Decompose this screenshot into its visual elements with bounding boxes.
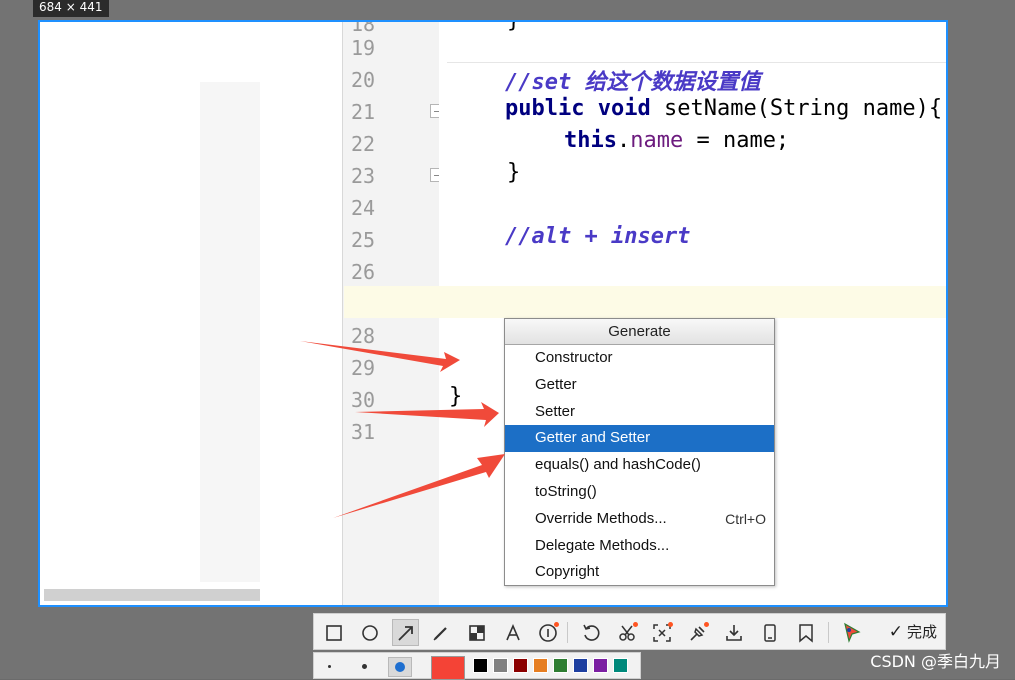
brush-size-medium[interactable] [362, 664, 367, 669]
brush-size-small[interactable] [328, 665, 331, 668]
rectangle-icon[interactable] [320, 619, 347, 646]
screenshot-toolbar: ✓ 完成 [313, 613, 946, 650]
annotation-arrow [355, 402, 499, 427]
color-palette [313, 652, 641, 680]
undo-icon[interactable] [577, 619, 604, 646]
watermark: CSDN @季白九月 [870, 652, 1001, 671]
current-color-swatch[interactable] [431, 656, 465, 680]
mosaic-icon[interactable] [463, 619, 490, 646]
annotation-arrow [333, 454, 505, 518]
download-icon[interactable] [720, 619, 747, 646]
done-label: 完成 [906, 623, 937, 641]
ellipse-icon[interactable] [356, 619, 383, 646]
color-swatch[interactable] [613, 658, 628, 673]
arrow-icon[interactable] [392, 619, 419, 646]
color-swatch[interactable] [573, 658, 588, 673]
color-swatch[interactable] [593, 658, 608, 673]
check-icon: ✓ [888, 622, 903, 642]
pen-icon[interactable] [427, 619, 454, 646]
pin-icon[interactable] [684, 619, 711, 646]
done-button[interactable]: ✓ 完成 [889, 619, 937, 646]
color-swatch[interactable] [553, 658, 568, 673]
cut-icon[interactable] [613, 619, 640, 646]
annotation-arrows [300, 341, 505, 518]
brush-size-large[interactable] [388, 657, 412, 677]
toolbar-separator [828, 622, 829, 643]
save-phone-icon[interactable] [756, 619, 783, 646]
color-swatch[interactable] [473, 658, 488, 673]
color-swatch[interactable] [513, 658, 528, 673]
color-swatch[interactable] [533, 658, 548, 673]
color-swatch[interactable] [493, 658, 508, 673]
color-picker-icon[interactable] [838, 619, 865, 646]
number-marker-icon[interactable] [534, 619, 561, 646]
annotation-arrow [300, 341, 460, 372]
text-icon[interactable] [499, 619, 526, 646]
toolbar-separator [567, 622, 568, 643]
ocr-icon[interactable] [648, 619, 675, 646]
bookmark-icon[interactable] [792, 619, 819, 646]
